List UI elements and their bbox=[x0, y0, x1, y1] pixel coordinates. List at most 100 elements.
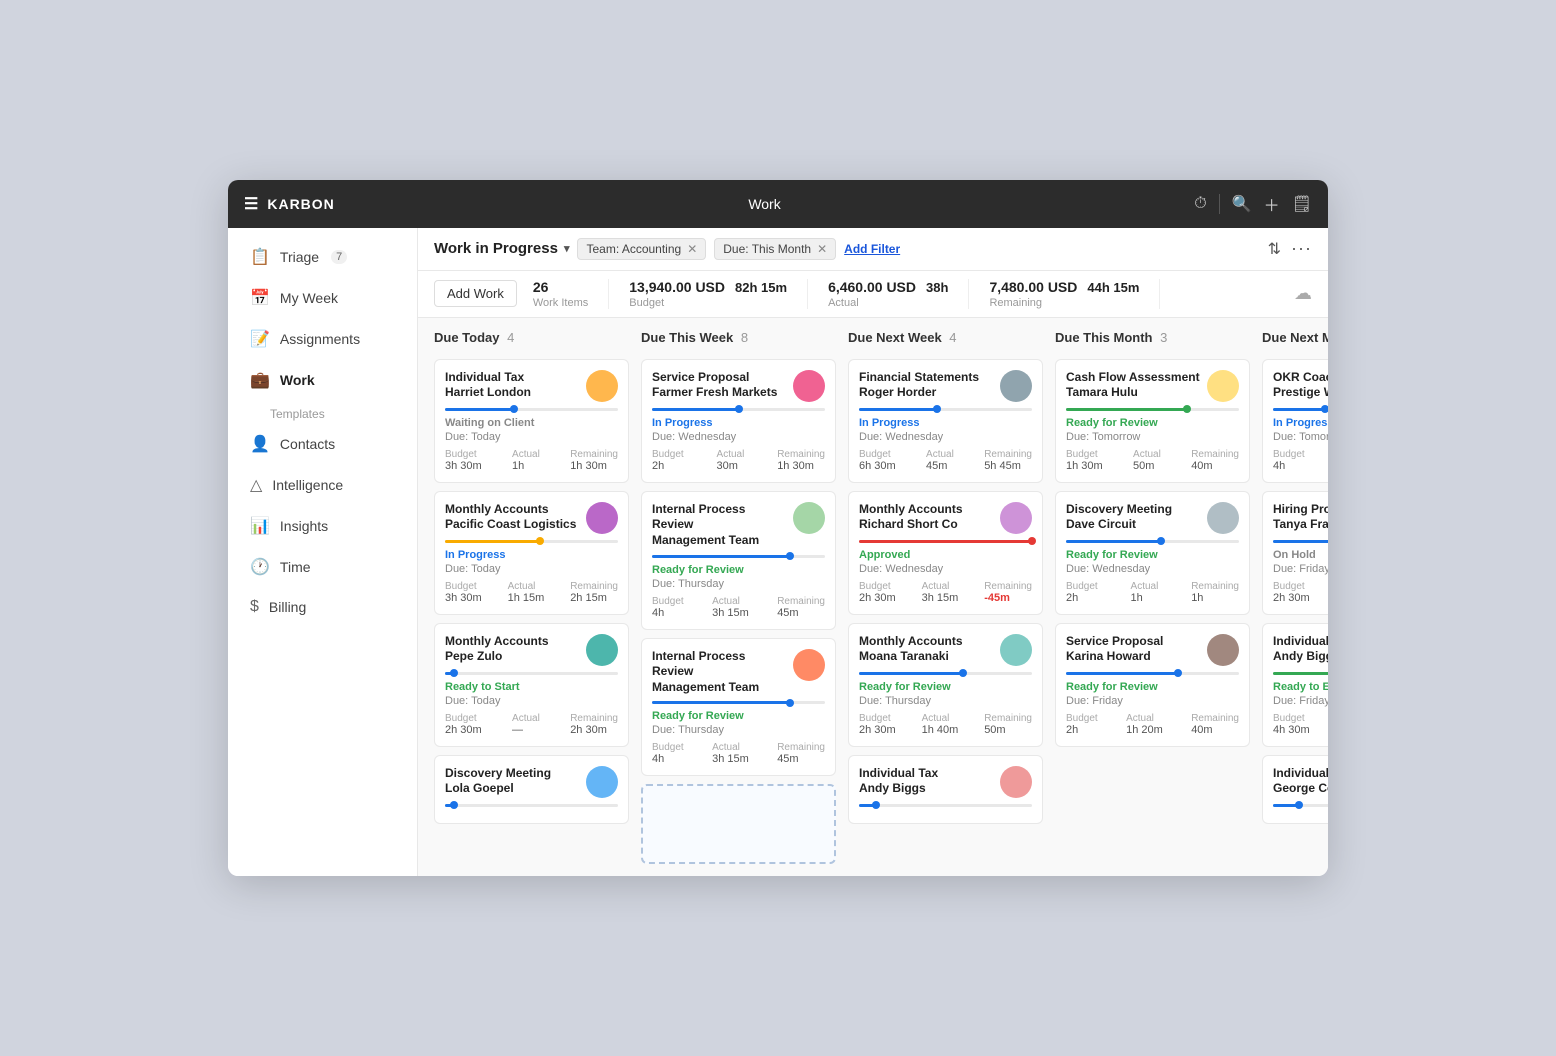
card-progress bbox=[1273, 804, 1328, 807]
sidebar-item-myweek[interactable]: 📅 My Week bbox=[234, 278, 411, 318]
card-title: Individual TaxGeorge Connor bbox=[1273, 766, 1328, 797]
card-budget-row: Budget4h 30m Actual3h Remaining bbox=[1273, 713, 1328, 736]
avatar-face bbox=[793, 370, 825, 402]
remaining-hours: 44h 15m bbox=[1087, 280, 1139, 295]
col-header-due-today: Due Today 4 bbox=[434, 330, 629, 351]
card-avatar bbox=[1000, 634, 1032, 666]
budget-val: 1h 30m bbox=[1066, 460, 1103, 472]
search-icon[interactable]: 🔍 bbox=[1232, 194, 1252, 214]
sidebar-item-time[interactable]: 🕐 Time bbox=[234, 547, 411, 587]
card-budget-row: Budget4h Actual50 Remaining bbox=[1273, 449, 1328, 472]
contacts-icon: 👤 bbox=[250, 434, 270, 454]
sort-icon[interactable]: ⇅ bbox=[1268, 239, 1281, 259]
budget-label: Budget bbox=[1066, 581, 1098, 592]
work-card[interactable]: Discovery MeetingDave Circuit Ready for … bbox=[1055, 491, 1250, 615]
add-work-button[interactable]: Add Work bbox=[434, 280, 517, 307]
work-card[interactable]: Monthly AccountsMoana Taranaki Ready for… bbox=[848, 623, 1043, 747]
timer-icon[interactable]: ⏱ bbox=[1194, 195, 1206, 213]
sidebar-item-insights[interactable]: 📊 Insights bbox=[234, 506, 411, 546]
sidebar-item-billing[interactable]: $ Billing bbox=[234, 588, 411, 626]
avatar-face bbox=[1000, 766, 1032, 798]
work-card[interactable]: Financial StatementsRoger Horder In Prog… bbox=[848, 359, 1043, 483]
avatar-face bbox=[586, 634, 618, 666]
view-title[interactable]: Work in Progress ▾ bbox=[434, 240, 569, 257]
work-card[interactable]: Internal Process ReviewManagement Team R… bbox=[641, 638, 836, 777]
filter-due-remove[interactable]: ✕ bbox=[817, 242, 827, 256]
work-card[interactable]: Internal Process ReviewManagement Team R… bbox=[641, 491, 836, 630]
card-header: Financial StatementsRoger Horder bbox=[859, 370, 1032, 402]
work-card[interactable]: Cash Flow AssessmentTamara Hulu Ready fo… bbox=[1055, 359, 1250, 483]
kanban-cards-due-this-month: Cash Flow AssessmentTamara Hulu Ready fo… bbox=[1055, 359, 1250, 865]
more-options-icon[interactable]: ··· bbox=[1291, 238, 1312, 259]
sidebar-label-templates[interactable]: Templates bbox=[228, 401, 417, 423]
card-progress-dot bbox=[1028, 537, 1036, 545]
kanban-col-due-this-week: Due This Week 8 Service ProposalFarmer F… bbox=[641, 330, 836, 865]
work-card[interactable]: Individual TaxHarriet London Waiting on … bbox=[434, 359, 629, 483]
sidebar-item-work[interactable]: 💼 Work bbox=[234, 360, 411, 400]
filter-team-label: Team: Accounting bbox=[586, 242, 681, 256]
card-budget-row: Budget6h 30m Actual45m Remaining5h 45m bbox=[859, 449, 1032, 472]
card-avatar bbox=[586, 502, 618, 534]
kanban-cards-due-next-week: Financial StatementsRoger Horder In Prog… bbox=[848, 359, 1043, 865]
card-status: On Hold bbox=[1273, 549, 1328, 561]
card-progress bbox=[1066, 408, 1239, 411]
notes-icon[interactable]: 🗒 bbox=[1292, 194, 1312, 214]
actual-label: Actual bbox=[922, 581, 959, 592]
card-title: Individual TaxAndy Biggs bbox=[859, 766, 994, 797]
work-card[interactable]: Monthly AccountsPacific Coast Logistics … bbox=[434, 491, 629, 615]
col-header-due-this-month: Due This Month 3 bbox=[1055, 330, 1250, 351]
sidebar-label-work: Work bbox=[280, 372, 315, 388]
card-progress-fill bbox=[859, 540, 1032, 543]
card-header: Hiring ProcessTanya Franks A... bbox=[1273, 502, 1328, 534]
work-card[interactable]: Service ProposalKarina Howard Ready for … bbox=[1055, 623, 1250, 747]
actual-label: Actual bbox=[1131, 581, 1159, 592]
actual-val: 50m bbox=[1133, 460, 1161, 472]
work-card[interactable]: Individual TaxGeorge Connor bbox=[1262, 755, 1328, 824]
work-card[interactable]: Monthly AccountsRichard Short Co Approve… bbox=[848, 491, 1043, 615]
sidebar-label-time: Time bbox=[280, 559, 311, 575]
filter-due-label: Due: This Month bbox=[723, 242, 811, 256]
card-title: Monthly AccountsPepe Zulo bbox=[445, 634, 580, 665]
plus-icon[interactable]: ＋ bbox=[1264, 192, 1280, 216]
sidebar-item-contacts[interactable]: 👤 Contacts bbox=[234, 424, 411, 464]
col-label: Due This Month bbox=[1055, 330, 1153, 345]
filter-due[interactable]: Due: This Month ✕ bbox=[714, 238, 836, 260]
budget-val: 6h 30m bbox=[859, 460, 896, 472]
add-filter-button[interactable]: Add Filter bbox=[844, 242, 900, 256]
dropdown-chevron[interactable]: ▾ bbox=[564, 242, 570, 255]
sidebar-item-triage[interactable]: 📋 Triage 7 bbox=[234, 237, 411, 277]
filter-team[interactable]: Team: Accounting ✕ bbox=[577, 238, 706, 260]
work-card[interactable]: Individual TaxAndy Biggs bbox=[848, 755, 1043, 824]
card-budget-row: Budget2h 30m Actual3h 15m Remaining-45m bbox=[859, 581, 1032, 604]
card-progress-dot bbox=[959, 669, 967, 677]
stat-actual: 6,460.00 USD 38h Actual bbox=[808, 279, 969, 309]
actual-val: 1h bbox=[512, 460, 540, 472]
card-header: Individual TaxGeorge Connor bbox=[1273, 766, 1328, 798]
card-progress bbox=[445, 804, 618, 807]
actual-value: 6,460.00 USD bbox=[828, 279, 916, 295]
card-avatar bbox=[1000, 502, 1032, 534]
card-avatar bbox=[586, 370, 618, 402]
hamburger-icon[interactable]: ☰ bbox=[244, 194, 259, 214]
work-card[interactable]: Discovery MeetingLola Goepel bbox=[434, 755, 629, 824]
card-progress-dot bbox=[933, 405, 941, 413]
card-avatar bbox=[1000, 370, 1032, 402]
card-progress-fill bbox=[1273, 804, 1299, 807]
card-avatar bbox=[586, 766, 618, 798]
sidebar-item-assignments[interactable]: 📝 Assignments bbox=[234, 319, 411, 359]
sidebar-label-myweek: My Week bbox=[280, 290, 338, 306]
work-card[interactable]: OKR CoachingPrestige World... In Progres… bbox=[1262, 359, 1328, 483]
sidebar-item-intelligence[interactable]: △ Intelligence bbox=[234, 465, 411, 505]
actual-val: 1h 15m bbox=[508, 592, 545, 604]
work-card[interactable]: Hiring ProcessTanya Franks A... On Hold … bbox=[1262, 491, 1328, 615]
budget-val: 2h 30m bbox=[859, 724, 896, 736]
remaining-val: 5h 45m bbox=[984, 460, 1032, 472]
work-card[interactable]: Monthly AccountsPepe Zulo Ready to Start… bbox=[434, 623, 629, 747]
card-due: Due: Wednesday bbox=[859, 563, 1032, 575]
filter-team-remove[interactable]: ✕ bbox=[687, 242, 697, 256]
card-progress bbox=[859, 804, 1032, 807]
work-card[interactable]: Service ProposalFarmer Fresh Markets In … bbox=[641, 359, 836, 483]
cloud-icon: ☁ bbox=[1294, 283, 1312, 304]
actual-label: Actual bbox=[1126, 713, 1163, 724]
work-card[interactable]: Individual TaxAndy Biggs Ready to E-File… bbox=[1262, 623, 1328, 747]
